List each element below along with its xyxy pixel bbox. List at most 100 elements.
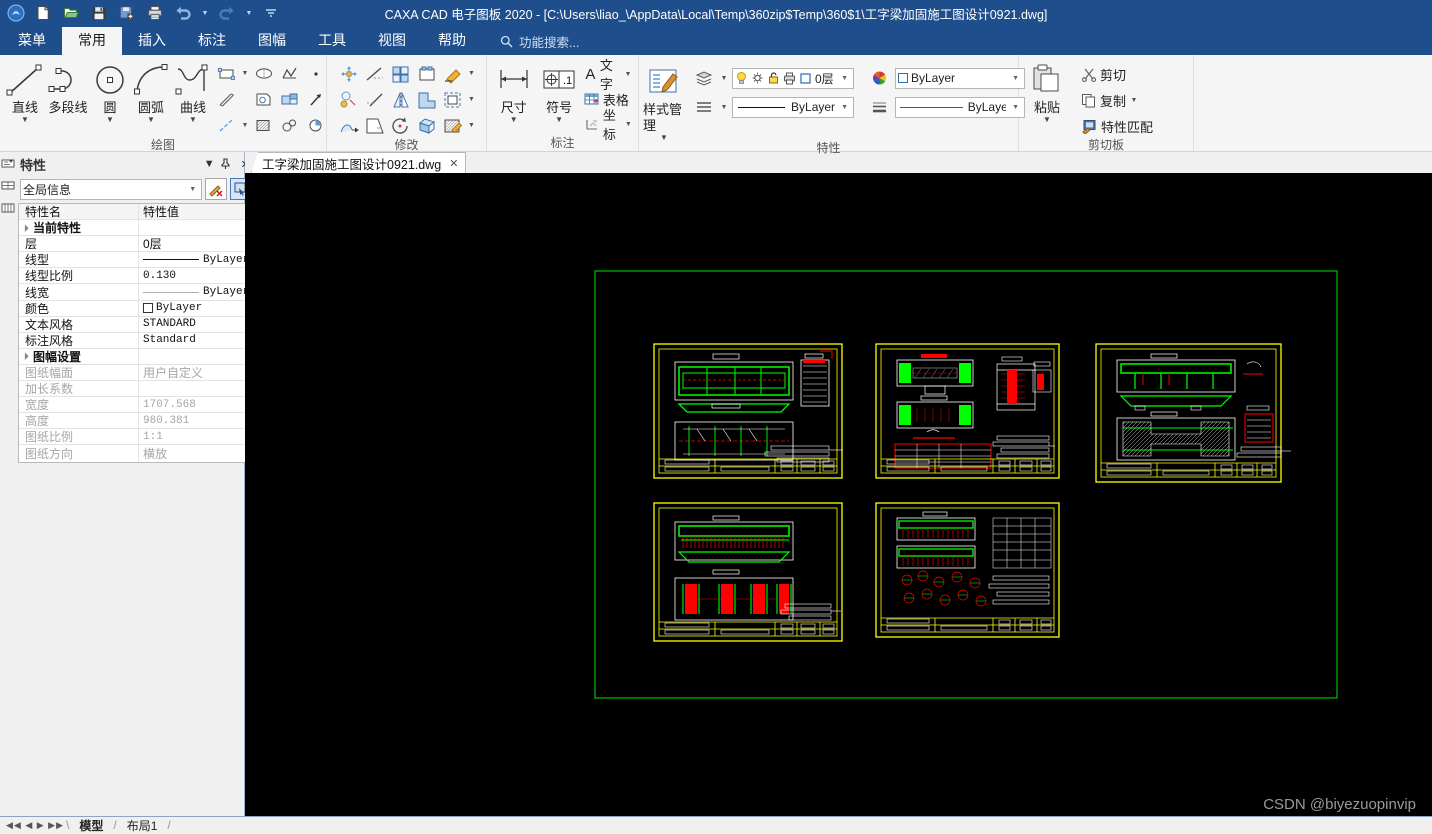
chamfer-icon[interactable] bbox=[363, 114, 388, 138]
style-manager-caret[interactable]: ▼ bbox=[660, 134, 668, 142]
extend-icon[interactable] bbox=[363, 88, 388, 112]
printer-icon[interactable] bbox=[783, 71, 796, 85]
block-icon[interactable] bbox=[277, 88, 302, 112]
centerline-caret[interactable]: ▼ bbox=[240, 122, 250, 129]
symbol-button[interactable]: .1 符号 ▼ bbox=[536, 58, 581, 124]
color-box-icon[interactable] bbox=[799, 72, 812, 85]
tab-menu[interactable]: 菜单 bbox=[2, 27, 62, 55]
table-row[interactable]: 线型比例 0.130 bbox=[19, 268, 254, 285]
draw-line-caret[interactable]: ▼ bbox=[21, 116, 29, 124]
layout-tab-layout1[interactable]: 布局1 bbox=[119, 817, 166, 834]
point-icon[interactable] bbox=[303, 62, 328, 86]
edit-hatch-caret[interactable]: ▼ bbox=[467, 122, 477, 129]
layer-selector[interactable]: 0层 ▼ bbox=[732, 67, 854, 89]
fillet-icon[interactable] bbox=[415, 88, 440, 112]
dimension-button[interactable]: 尺寸 ▼ bbox=[491, 58, 536, 124]
copy-button[interactable]: 复制 ▼ bbox=[1079, 88, 1155, 112]
rotate-copy-icon[interactable] bbox=[337, 88, 362, 112]
undo-icon[interactable] bbox=[172, 2, 194, 24]
table-row[interactable]: 线型 ByLayer bbox=[19, 252, 254, 269]
table-row[interactable]: 颜色 ByLayer bbox=[19, 300, 254, 317]
undo-dropdown-caret[interactable]: ▼ bbox=[200, 10, 210, 17]
stretch-icon[interactable] bbox=[337, 114, 362, 138]
sheet-bottom-middle[interactable] bbox=[875, 502, 1060, 638]
paste-button[interactable]: 粘贴 ▼ bbox=[1023, 58, 1071, 124]
sun-icon[interactable] bbox=[751, 71, 764, 85]
polygon-curve-icon[interactable] bbox=[277, 62, 302, 86]
table-row[interactable]: 线宽 ByLayer bbox=[19, 284, 254, 301]
copy-caret[interactable]: ▼ bbox=[1129, 97, 1139, 104]
clear-selection-button[interactable] bbox=[205, 178, 228, 200]
color-selector[interactable]: ByLayer ▼ bbox=[895, 67, 1025, 89]
tab-annotate[interactable]: 标注 bbox=[182, 27, 242, 55]
panel-pin-button[interactable] bbox=[220, 158, 234, 170]
save-as-icon[interactable] bbox=[116, 2, 138, 24]
lock-icon[interactable] bbox=[767, 71, 780, 85]
layer-combo-caret[interactable]: ▼ bbox=[838, 75, 851, 82]
edit-hatch-icon[interactable] bbox=[441, 114, 466, 138]
coordinate-button[interactable]: xy 坐标 ▼ bbox=[582, 108, 634, 142]
sheet-rail-icon[interactable] bbox=[0, 202, 16, 220]
table-row[interactable]: 文本风格 STANDARD bbox=[19, 316, 254, 333]
tab-tools[interactable]: 工具 bbox=[302, 27, 362, 55]
tab-help[interactable]: 帮助 bbox=[422, 27, 482, 55]
draw-spline-caret[interactable]: ▼ bbox=[189, 116, 197, 124]
linetype-selector[interactable]: ByLayer ▼ bbox=[732, 96, 854, 118]
tab-view[interactable]: 视图 bbox=[362, 27, 422, 55]
properties-rail-icon[interactable] bbox=[0, 158, 16, 176]
arrow-icon[interactable] bbox=[303, 88, 328, 112]
draw-arc-caret[interactable]: ▼ bbox=[147, 116, 155, 124]
lineweight-icon[interactable] bbox=[867, 95, 892, 119]
tab-common[interactable]: 常用 bbox=[62, 27, 122, 55]
lightbulb-icon[interactable] bbox=[735, 71, 748, 85]
linetype-manager-icon[interactable] bbox=[691, 95, 716, 119]
table-row[interactable]: 标注风格 Standard bbox=[19, 332, 254, 349]
rectangle-caret[interactable]: ▼ bbox=[240, 70, 250, 77]
layout-nav-arrows[interactable]: ◀◀ ◀ ▶ ▶▶ bbox=[6, 820, 64, 831]
drawing-rail-icon[interactable] bbox=[0, 180, 16, 198]
tab-sheet[interactable]: 图幅 bbox=[242, 27, 302, 55]
sheet-top-left[interactable] bbox=[653, 343, 843, 479]
ellipse-icon[interactable] bbox=[251, 62, 276, 86]
offset-icon[interactable] bbox=[441, 88, 466, 112]
draw-arc-button[interactable]: 圆弧 ▼ bbox=[130, 58, 172, 124]
table-row[interactable]: 层 0层 bbox=[19, 236, 254, 253]
rotate-icon[interactable] bbox=[389, 114, 414, 138]
copy-shape-icon[interactable] bbox=[415, 62, 440, 86]
gear-shape-icon[interactable] bbox=[277, 114, 302, 138]
draw-line-button[interactable]: 直线 ▼ bbox=[4, 58, 46, 124]
customize-icon[interactable] bbox=[260, 2, 282, 24]
drawing-canvas[interactable] bbox=[245, 174, 1432, 817]
tab-insert[interactable]: 插入 bbox=[122, 27, 182, 55]
redo-dropdown-caret[interactable]: ▼ bbox=[244, 10, 254, 17]
dimension-caret[interactable]: ▼ bbox=[510, 116, 518, 124]
text-caret[interactable]: ▼ bbox=[624, 71, 632, 78]
group-row-sheet-settings[interactable]: 图幅设置 bbox=[19, 348, 254, 365]
paste-caret[interactable]: ▼ bbox=[1043, 116, 1051, 124]
rectangle-icon[interactable] bbox=[214, 62, 239, 86]
coordinate-caret[interactable]: ▼ bbox=[625, 121, 632, 128]
array-icon[interactable] bbox=[389, 62, 414, 86]
mirror-icon[interactable] bbox=[389, 88, 414, 112]
text-button[interactable]: A 文字 ▼ bbox=[582, 58, 634, 92]
symbol-caret[interactable]: ▼ bbox=[555, 116, 563, 124]
lineweight-selector[interactable]: ByLayer ▼ bbox=[895, 96, 1025, 118]
pie-fill-icon[interactable] bbox=[303, 114, 328, 138]
scale-icon[interactable] bbox=[415, 114, 440, 138]
centerline-icon[interactable] bbox=[214, 114, 239, 138]
layer-manager-icon[interactable] bbox=[691, 66, 716, 90]
group-row-current-properties[interactable]: 当前特性 bbox=[19, 220, 254, 237]
new-file-icon[interactable] bbox=[32, 2, 54, 24]
open-file-icon[interactable] bbox=[60, 2, 82, 24]
draw-circle-caret[interactable]: ▼ bbox=[106, 116, 114, 124]
cut-button[interactable]: 剪切 bbox=[1079, 62, 1155, 86]
trim-icon[interactable] bbox=[363, 62, 388, 86]
erase-caret[interactable]: ▼ bbox=[467, 70, 477, 77]
draw-polyline-button[interactable]: 多段线 bbox=[46, 58, 90, 116]
feature-search[interactable]: 功能搜索... bbox=[500, 32, 579, 51]
print-icon[interactable] bbox=[144, 2, 166, 24]
panel-menu-button[interactable]: ▼ bbox=[202, 158, 216, 170]
style-manager-button[interactable]: 样式管理 ▼ bbox=[643, 60, 685, 142]
close-icon[interactable]: ✕ bbox=[449, 157, 458, 170]
save-icon[interactable] bbox=[88, 2, 110, 24]
